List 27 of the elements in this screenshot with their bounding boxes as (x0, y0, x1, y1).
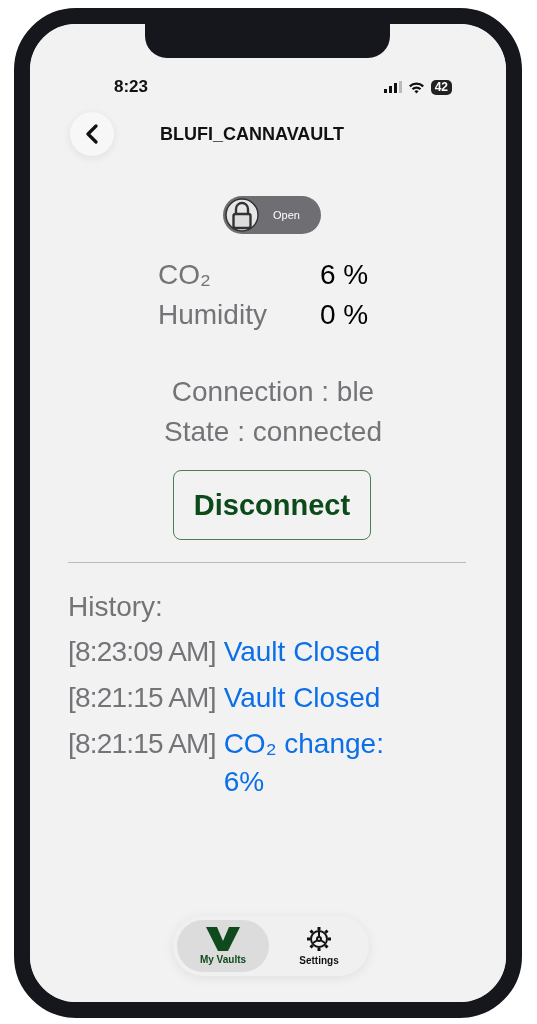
chevron-left-icon (85, 124, 99, 144)
back-button[interactable] (70, 112, 114, 156)
connection-type: Connection : ble (171, 375, 375, 409)
reading-label: Humidity (158, 298, 268, 332)
battery-indicator: 42 (430, 79, 452, 95)
tab[interactable]: Settings (273, 920, 365, 972)
lock-toggle[interactable]: Open (223, 196, 321, 234)
status-time: 8:23 (114, 77, 149, 97)
wifi-icon (407, 80, 425, 94)
history-event: Vault Closed (223, 681, 382, 715)
history-event: Vault Closed (223, 635, 382, 669)
padlock-icon (225, 198, 259, 232)
reading-value: 6 % (320, 258, 370, 292)
connection-state: State : connected (164, 415, 382, 449)
history-title: History: (68, 590, 164, 624)
history-time: [8:21:15 AM] (68, 681, 216, 715)
screen-title: BLUFI_CANNAVAULT (160, 123, 344, 145)
v-logo-icon (206, 927, 240, 951)
history-event: CO₂ change: 6% (223, 727, 385, 799)
history-time: [8:23:09 AM] (68, 635, 216, 669)
history-time: [8:21:15 AM] (68, 727, 216, 761)
reading-value: 0 % (320, 298, 370, 332)
tab[interactable]: My Vaults (177, 920, 269, 972)
disconnect-button[interactable]: Disconnect (173, 470, 371, 540)
signal-icon (383, 81, 402, 93)
gear-icon (306, 926, 332, 952)
reading-label: CO₂ (158, 258, 212, 292)
